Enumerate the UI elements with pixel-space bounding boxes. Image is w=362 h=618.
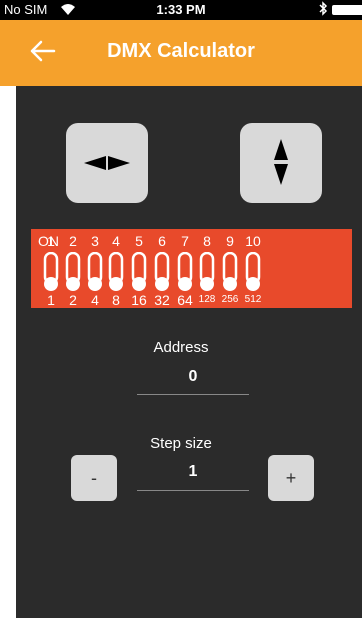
address-value[interactable]: 0 — [137, 368, 249, 386]
switch-number-4: 4 — [112, 233, 120, 249]
switch-number-2: 2 — [69, 233, 77, 249]
switch-number-5: 5 — [135, 233, 143, 249]
arrows-left-right-icon — [84, 156, 130, 170]
switch-number-6: 6 — [158, 233, 166, 249]
decrement-button[interactable]: - — [71, 455, 117, 501]
bluetooth-icon — [318, 1, 328, 19]
page-title: DMX Calculator — [107, 40, 255, 62]
app-screen: No SIM 1:33 PM DMX Calculator ON 112234 — [0, 0, 362, 618]
address-underline — [137, 394, 249, 395]
switch-number-8: 8 — [203, 233, 211, 249]
dip-switch-8[interactable] — [198, 251, 216, 297]
dip-switch-9[interactable] — [221, 251, 239, 297]
status-time: 1:33 PM — [156, 2, 206, 17]
switch-number-9: 9 — [226, 233, 234, 249]
dip-switch-5[interactable] — [130, 251, 148, 297]
switch-number-1: 1 — [47, 233, 55, 249]
dip-switch-1[interactable] — [42, 251, 60, 297]
dip-switch-2[interactable] — [64, 251, 82, 297]
increment-button[interactable]: + — [268, 455, 314, 501]
dip-switch-10[interactable] — [244, 251, 262, 297]
dip-switch-4[interactable] — [107, 251, 125, 297]
status-bar: No SIM 1:33 PM — [0, 0, 362, 20]
arrows-up-down-icon — [274, 139, 288, 185]
dip-switch-3[interactable] — [86, 251, 104, 297]
vertical-mode-button[interactable] — [240, 123, 322, 203]
navigation-bar: DMX Calculator — [0, 20, 362, 86]
step-size-value[interactable]: 1 — [137, 463, 249, 481]
battery-icon — [332, 5, 362, 15]
switch-weight-10: 512 — [244, 294, 262, 305]
horizontal-mode-button[interactable] — [66, 123, 148, 203]
dip-switch-panel: ON 1 1 2 2 3 4 4 8 5 16 6 32 7 64 8 128 9 256 10 512 — [31, 229, 352, 308]
step-size-label: Step size — [150, 435, 212, 452]
dip-switch-6[interactable] — [153, 251, 171, 297]
address-label: Address — [153, 339, 209, 356]
switch-number-7: 7 — [181, 233, 189, 249]
switch-number-10: 10 — [245, 233, 261, 249]
step-size-underline — [137, 490, 249, 491]
dip-switch-7[interactable] — [176, 251, 194, 297]
